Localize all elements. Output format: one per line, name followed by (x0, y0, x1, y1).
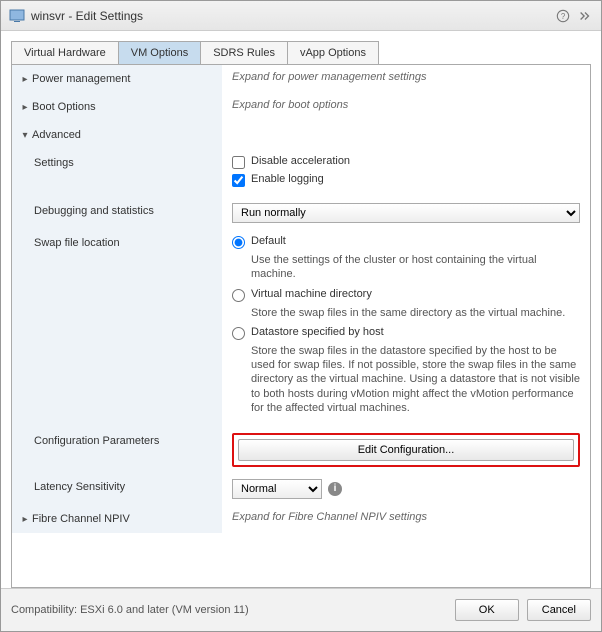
fc-npiv-hint: Expand for Fibre Channel NPIV settings (222, 505, 590, 533)
vm-icon (9, 8, 25, 24)
expand-arrow-icon: ▸ (20, 514, 30, 525)
row-swap-label: Swap file location (12, 229, 222, 427)
row-config-params-value: Edit Configuration... (222, 427, 590, 473)
dialog-content: Virtual Hardware VM Options SDRS Rules v… (1, 31, 601, 588)
advanced-label: Advanced (32, 129, 81, 141)
debug-select[interactable]: Run normally (232, 203, 580, 223)
svg-text:?: ? (561, 12, 566, 21)
disable-acceleration-label: Disable acceleration (251, 155, 350, 167)
row-settings-label: Settings (12, 149, 222, 197)
swap-default-radio[interactable] (232, 236, 245, 249)
cancel-button[interactable]: Cancel (527, 599, 591, 621)
row-latency-value: Normal i (222, 473, 590, 505)
boot-label: Boot Options (32, 101, 96, 113)
row-latency-label: Latency Sensitivity (12, 473, 222, 505)
boot-hint: Expand for boot options (222, 93, 590, 121)
row-config-params-label: Configuration Parameters (12, 427, 222, 473)
swap-vmdir-radio[interactable] (232, 289, 245, 302)
detach-icon[interactable] (577, 8, 593, 24)
window-title: winsvr - Edit Settings (31, 9, 555, 23)
swap-vmdir-label: Virtual machine directory (251, 288, 372, 300)
row-swap-value: Default Use the settings of the cluster … (222, 229, 590, 427)
latency-select[interactable]: Normal (232, 479, 322, 499)
dialog-footer: Compatibility: ESXi 6.0 and later (VM ve… (1, 588, 601, 631)
row-fc-npiv[interactable]: ▸Fibre Channel NPIV (12, 505, 222, 533)
power-mgmt-label: Power management (32, 73, 130, 85)
row-debug-label: Debugging and statistics (12, 197, 222, 229)
tab-vm-options[interactable]: VM Options (118, 41, 201, 65)
tab-sdrs-rules[interactable]: SDRS Rules (200, 41, 288, 65)
settings-table: ▸Power management Expand for power manag… (12, 65, 590, 587)
swap-datastore-radio[interactable] (232, 327, 245, 340)
edit-configuration-button[interactable]: Edit Configuration... (238, 439, 574, 461)
row-power-management[interactable]: ▸Power management (12, 65, 222, 93)
row-settings-value: Disable acceleration Enable logging (222, 149, 590, 197)
swap-default-desc: Use the settings of the cluster or host … (251, 253, 580, 282)
ok-button[interactable]: OK (455, 599, 519, 621)
tab-virtual-hardware[interactable]: Virtual Hardware (11, 41, 119, 65)
power-mgmt-hint: Expand for power management settings (222, 65, 590, 93)
row-advanced[interactable]: ▾Advanced (12, 121, 222, 149)
help-icon[interactable]: ? (555, 8, 571, 24)
swap-datastore-desc: Store the swap files in the datastore sp… (251, 344, 580, 415)
compatibility-text: Compatibility: ESXi 6.0 and later (VM ve… (11, 604, 455, 616)
swap-datastore-label: Datastore specified by host (251, 326, 384, 338)
expand-arrow-icon: ▸ (20, 74, 30, 85)
collapse-arrow-icon: ▾ (20, 130, 30, 141)
enable-logging-checkbox[interactable] (232, 174, 245, 187)
swap-default-label: Default (251, 235, 286, 247)
disable-acceleration-checkbox[interactable] (232, 156, 245, 169)
tab-vapp-options[interactable]: vApp Options (287, 41, 379, 65)
tab-content: ▸Power management Expand for power manag… (11, 64, 591, 588)
fc-npiv-label: Fibre Channel NPIV (32, 513, 130, 525)
info-icon[interactable]: i (328, 482, 342, 496)
row-debug-value: Run normally (222, 197, 590, 229)
swap-vmdir-desc: Store the swap files in the same directo… (251, 306, 580, 320)
expand-arrow-icon: ▸ (20, 102, 30, 113)
enable-logging-label: Enable logging (251, 173, 324, 185)
highlight-annotation: Edit Configuration... (232, 433, 580, 467)
edit-settings-dialog: winsvr - Edit Settings ? Virtual Hardwar… (0, 0, 602, 632)
tab-bar: Virtual Hardware VM Options SDRS Rules v… (11, 41, 591, 65)
row-boot-options[interactable]: ▸Boot Options (12, 93, 222, 121)
titlebar: winsvr - Edit Settings ? (1, 1, 601, 31)
